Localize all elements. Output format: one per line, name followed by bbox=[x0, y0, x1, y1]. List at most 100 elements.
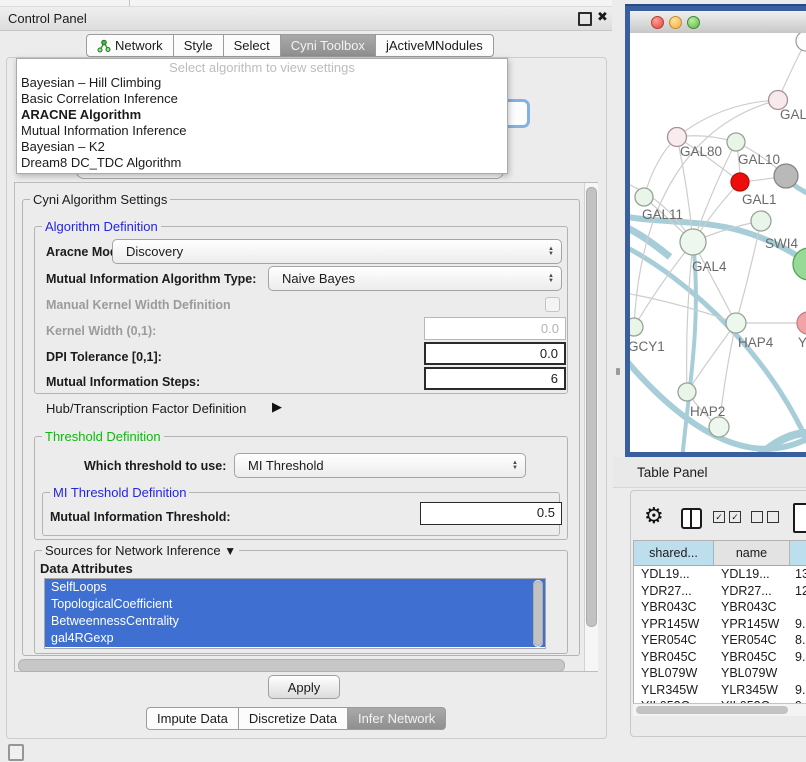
menu-item-mutual-information[interactable]: Mutual Information Inference bbox=[17, 123, 507, 139]
settings-vertical-scrollbar[interactable] bbox=[584, 183, 598, 671]
list-item-topologicalcoefficient[interactable]: TopologicalCoefficient bbox=[45, 596, 545, 613]
zoom-window-button[interactable] bbox=[687, 16, 700, 29]
sources-title: Sources for Network Inference ▼ bbox=[42, 543, 239, 558]
kernel-width-field[interactable]: 0.0 bbox=[424, 317, 566, 340]
updown-arrows-icon: ▲▼ bbox=[548, 247, 554, 257]
mi-threshold-field[interactable]: 0.5 bbox=[420, 502, 562, 525]
network-node-hap2[interactable] bbox=[678, 383, 696, 401]
mi-type-select[interactable]: Naive Bayes ▲▼ bbox=[268, 266, 562, 291]
network-node-hap4[interactable] bbox=[726, 313, 746, 333]
algorithm-definition-title: Algorithm Definition bbox=[42, 219, 161, 234]
menu-item-bayesian-hill-climbing[interactable]: Bayesian – Hill Climbing bbox=[17, 75, 507, 91]
network-node-gal11[interactable] bbox=[635, 188, 653, 206]
network-node-gray[interactable] bbox=[774, 164, 798, 188]
network-node-bottom[interactable] bbox=[709, 417, 729, 437]
mi-steps-field[interactable]: 6 bbox=[424, 367, 566, 390]
list-item-gal4rgexp[interactable]: gal4RGexp bbox=[45, 630, 545, 647]
menu-item-basic-correlation[interactable]: Basic Correlation Inference bbox=[17, 91, 507, 107]
apply-button[interactable]: Apply bbox=[268, 675, 340, 699]
toolbar-fragment bbox=[0, 0, 612, 7]
tab-discretize-data[interactable]: Discretize Data bbox=[239, 707, 348, 730]
algorithm-dropdown-popup: Select algorithm to view settings Bayesi… bbox=[16, 58, 508, 174]
data-attributes-label: Data Attributes bbox=[40, 561, 133, 576]
node-label: GCY1 bbox=[630, 339, 665, 354]
mi-threshold-label: Mutual Information Threshold: bbox=[50, 510, 231, 524]
manual-kernel-checkbox[interactable] bbox=[545, 297, 560, 312]
table-row[interactable]: YER054C YER054C 8. bbox=[634, 632, 806, 649]
table-row[interactable]: YPR145W YPR145W 9. bbox=[634, 616, 806, 633]
attributes-list-scrollbar[interactable] bbox=[533, 580, 543, 647]
updown-arrows-icon: ▲▼ bbox=[512, 461, 518, 471]
columns-icon[interactable] bbox=[681, 508, 702, 529]
tab-impute-data[interactable]: Impute Data bbox=[146, 707, 239, 730]
tab-infer-network[interactable]: Infer Network bbox=[348, 707, 446, 730]
table-row[interactable]: YLR345W YLR345W 9. bbox=[634, 682, 806, 699]
mi-steps-label: Mutual Information Steps: bbox=[46, 375, 200, 389]
column-header-partial[interactable] bbox=[790, 541, 806, 565]
tab-jactivemnodules[interactable]: jActiveMNodules bbox=[376, 34, 494, 57]
table-row[interactable]: YDR27... YDR27... 12 bbox=[634, 583, 806, 600]
node-table: shared... name YDL19... YDL19... 13 bbox=[633, 540, 806, 706]
network-node-gal4[interactable] bbox=[680, 229, 706, 255]
which-threshold-value: MI Threshold bbox=[248, 458, 324, 473]
node-label: GAL80 bbox=[680, 144, 722, 159]
expanded-arrow-icon[interactable]: ▼ bbox=[224, 544, 236, 558]
float-window-icon[interactable] bbox=[578, 12, 592, 26]
node-label: HAP2 bbox=[690, 404, 725, 419]
tab-style[interactable]: Style bbox=[174, 34, 224, 57]
list-item-betweennesscentrality[interactable]: BetweennessCentrality bbox=[45, 613, 545, 630]
node-label: HAP4 bbox=[738, 335, 774, 350]
toolbar-divider-fragment bbox=[129, 0, 130, 6]
network-node-top[interactable] bbox=[796, 33, 806, 51]
table-row[interactable]: YBL079W YBL079W bbox=[634, 665, 806, 682]
dpi-tolerance-field[interactable]: 0.0 bbox=[424, 342, 566, 365]
export-table-icon[interactable] bbox=[793, 503, 806, 533]
bottom-tabbar: Impute Data Discretize Data Infer Networ… bbox=[146, 707, 446, 730]
column-header-name[interactable]: name bbox=[714, 541, 790, 565]
gear-icon[interactable]: ⚙ bbox=[644, 503, 664, 529]
table-toolbar: ⚙ ✓ ✓ bbox=[631, 499, 806, 539]
tab-network[interactable]: Network bbox=[86, 34, 174, 57]
mi-threshold-title: MI Threshold Definition bbox=[50, 485, 189, 500]
column-header-shared-name[interactable]: shared... bbox=[634, 541, 714, 565]
network-window-titlebar[interactable] bbox=[630, 11, 806, 34]
settings-horizontal-scrollbar[interactable] bbox=[18, 659, 565, 672]
minimize-window-button[interactable] bbox=[669, 16, 682, 29]
close-window-button[interactable] bbox=[651, 16, 664, 29]
network-node-gal10[interactable] bbox=[727, 133, 745, 151]
node-label: GAL1 bbox=[742, 192, 777, 207]
node-label: Y bbox=[798, 335, 806, 350]
mi-type-value: Naive Bayes bbox=[282, 271, 355, 286]
network-node-gcy1[interactable] bbox=[630, 318, 643, 336]
network-canvas[interactable]: GAL GAL80 GAL10 GAL1 GAL11 SWI4 GAL4 GCY… bbox=[630, 33, 806, 452]
menu-item-bayesian-k2[interactable]: Bayesian – K2 bbox=[17, 139, 507, 155]
network-node-swi4[interactable] bbox=[751, 211, 771, 231]
tab-network-label: Network bbox=[115, 38, 163, 53]
table-horizontal-scrollbar[interactable] bbox=[633, 703, 806, 716]
which-threshold-select[interactable]: MI Threshold ▲▼ bbox=[234, 453, 526, 478]
hub-definition-label[interactable]: Hub/Transcription Factor Definition bbox=[46, 401, 246, 416]
aracne-mode-value: Discovery bbox=[126, 244, 183, 259]
network-icon bbox=[97, 39, 111, 53]
table-row[interactable]: YDL19... YDL19... 13 bbox=[634, 566, 806, 583]
menu-item-dream8[interactable]: Dream8 DC_TDC Algorithm bbox=[17, 155, 507, 171]
tab-select[interactable]: Select bbox=[224, 34, 281, 57]
network-view-window: GAL GAL80 GAL10 GAL1 GAL11 SWI4 GAL4 GCY… bbox=[625, 4, 806, 457]
collapsed-arrow-icon[interactable]: ▶ bbox=[272, 399, 282, 415]
tab-cyni-toolbox[interactable]: Cyni Toolbox bbox=[281, 34, 376, 57]
close-panel-icon[interactable]: ✖ bbox=[597, 9, 608, 25]
network-node-gal1[interactable] bbox=[731, 173, 749, 191]
mi-type-label: Mutual Information Algorithm Type: bbox=[46, 272, 256, 286]
aracne-mode-select[interactable]: Discovery ▲▼ bbox=[112, 239, 562, 264]
updown-arrows-icon: ▲▼ bbox=[548, 274, 554, 284]
table-row[interactable]: YBR043C YBR043C bbox=[634, 599, 806, 616]
table-row[interactable]: YBR045C YBR045C 9. bbox=[634, 649, 806, 666]
kernel-width-label: Kernel Width (0,1): bbox=[46, 324, 156, 338]
splitpane-divider[interactable] bbox=[612, 0, 625, 762]
data-attributes-list[interactable]: SelfLoops TopologicalCoefficient Between… bbox=[44, 578, 546, 649]
node-label: GAL4 bbox=[692, 259, 727, 274]
menu-item-aracne[interactable]: ARACNE Algorithm bbox=[17, 107, 507, 123]
list-item-selfloops[interactable]: SelfLoops bbox=[45, 579, 545, 596]
node-label: GAL10 bbox=[738, 152, 780, 167]
network-node-salmon[interactable] bbox=[797, 312, 806, 334]
